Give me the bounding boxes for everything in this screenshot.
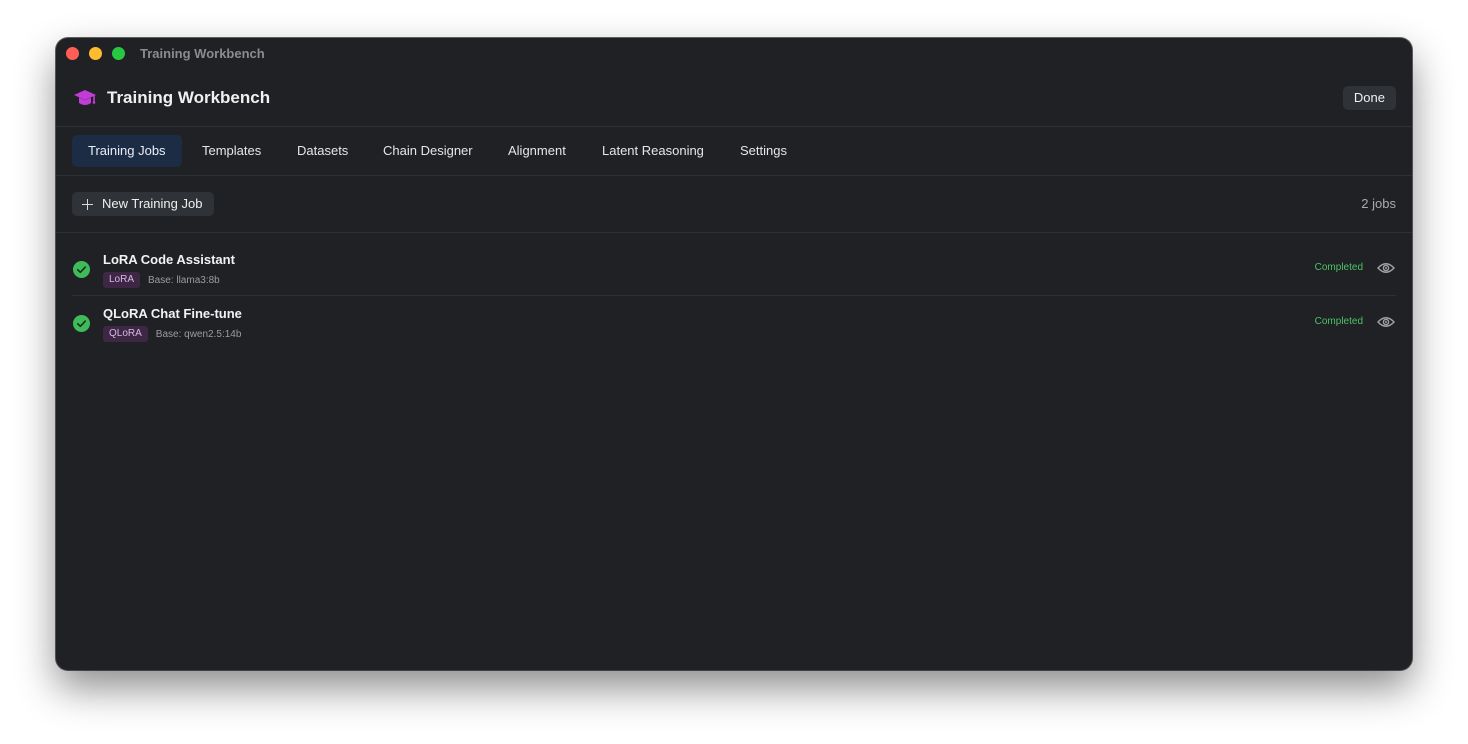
tab-training-jobs[interactable]: Training Jobs	[72, 135, 182, 167]
status-badge: Completed	[1314, 316, 1363, 327]
app-header: Training Workbench Done	[56, 70, 1412, 127]
tab-datasets[interactable]: Datasets	[281, 135, 364, 167]
status-badge: Completed	[1314, 262, 1363, 273]
tab-latent-reasoning[interactable]: Latent Reasoning	[586, 135, 720, 167]
job-name: QLoRA Chat Fine-tune	[103, 306, 242, 321]
window-title: Training Workbench	[140, 46, 265, 61]
tab-alignment[interactable]: Alignment	[492, 135, 582, 167]
method-badge: QLoRA	[103, 326, 148, 342]
job-name: LoRA Code Assistant	[103, 252, 235, 267]
tab-chain-designer[interactable]: Chain Designer	[367, 135, 489, 167]
job-list: LoRA Code Assistant LoRA Base: llama3:8b…	[72, 242, 1396, 349]
close-window-button[interactable]	[66, 47, 79, 60]
eye-icon[interactable]	[1377, 261, 1395, 275]
new-training-job-label: New Training Job	[102, 196, 203, 211]
method-badge: LoRA	[103, 272, 141, 288]
plus-icon	[82, 198, 93, 210]
job-meta: QLoRA Base: qwen2.5:14b	[103, 326, 241, 342]
minimize-window-button[interactable]	[89, 47, 102, 60]
app-window: Training Workbench Training Workbench Do…	[56, 38, 1412, 670]
new-training-job-button[interactable]: New Training Job	[72, 192, 215, 216]
checkmark-circle-icon	[73, 261, 90, 278]
done-button[interactable]: Done	[1342, 86, 1396, 110]
base-model: Base: qwen2.5:14b	[155, 328, 242, 340]
job-row[interactable]: LoRA Code Assistant LoRA Base: llama3:8b…	[72, 242, 1396, 296]
jobs-toolbar: New Training Job 2 jobs	[56, 176, 1412, 233]
title-bar[interactable]: Training Workbench	[56, 38, 1412, 70]
job-row[interactable]: QLoRA Chat Fine-tune QLoRA Base: qwen2.5…	[72, 296, 1396, 349]
checkmark-circle-icon	[73, 315, 90, 332]
app-title: Training Workbench	[107, 88, 271, 107]
eye-icon[interactable]	[1377, 315, 1395, 329]
job-meta: LoRA Base: llama3:8b	[103, 272, 220, 288]
tab-settings[interactable]: Settings	[724, 135, 803, 167]
base-model: Base: llama3:8b	[148, 274, 220, 286]
maximize-window-button[interactable]	[112, 47, 125, 60]
job-count: 2 jobs	[1361, 196, 1396, 211]
tab-templates[interactable]: Templates	[186, 135, 277, 167]
tab-bar: Training Jobs Templates Datasets Chain D…	[56, 127, 1412, 176]
graduation-cap-icon	[74, 90, 96, 105]
